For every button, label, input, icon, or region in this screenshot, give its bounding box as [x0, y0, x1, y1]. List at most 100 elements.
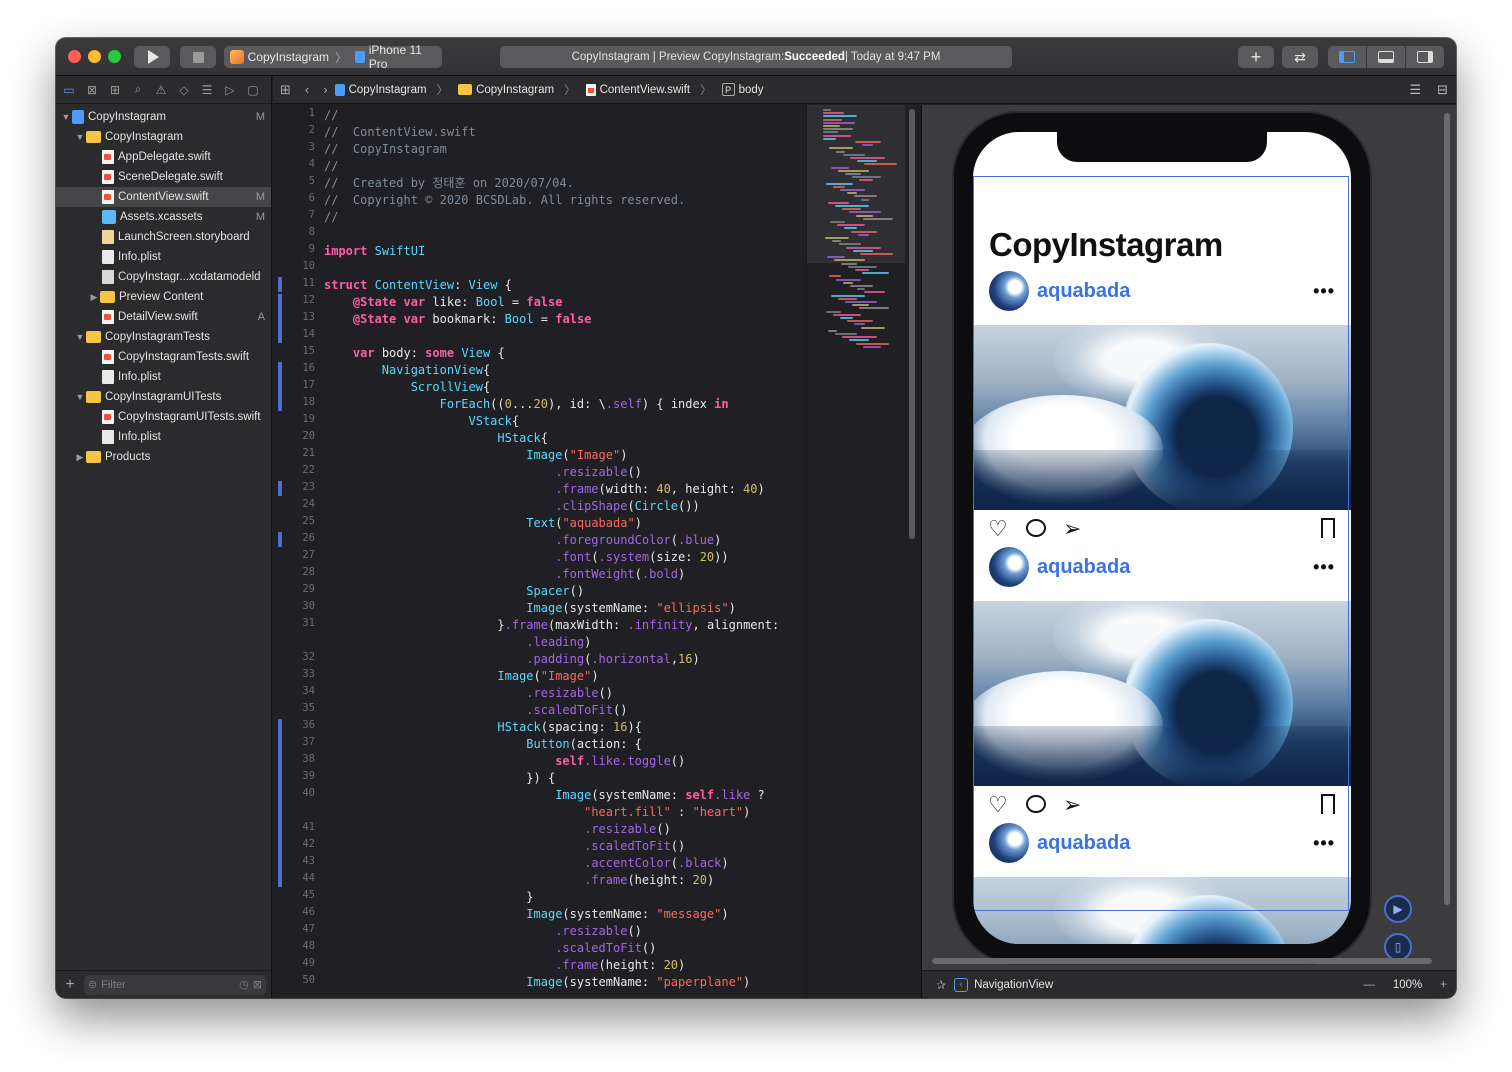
ellipsis-icon[interactable]: ••• — [1313, 833, 1335, 854]
code-line[interactable]: .foregroundColor(.blue) — [324, 532, 721, 549]
canvas-vertical-scrollbar[interactable] — [1444, 113, 1450, 905]
breakpoint-icon[interactable]: ▷ — [223, 83, 237, 97]
code-area[interactable]: //// ContentView.swift// CopyInstagram//… — [324, 105, 804, 998]
tree-item-group[interactable]: ▶ Preview Content — [56, 287, 271, 307]
toggle-navigator-button[interactable] — [1328, 46, 1367, 68]
code-line[interactable]: // — [324, 107, 338, 124]
code-line[interactable]: Image(systemName: self.like ? — [324, 787, 765, 804]
code-line[interactable]: .scaledToFit() — [324, 702, 627, 719]
disclosure-open-icon[interactable]: ▼ — [74, 132, 86, 142]
warning-icon[interactable]: ⚠ — [154, 83, 168, 97]
pin-icon[interactable]: ✰ — [936, 978, 946, 992]
code-line[interactable]: Text("aquabada") — [324, 515, 642, 532]
code-line[interactable]: Image(systemName: "ellipsis") — [324, 600, 736, 617]
minimap[interactable] — [806, 105, 905, 998]
code-line[interactable]: // CopyInstagram — [324, 141, 447, 158]
tree-item-project[interactable]: ▼ CopyInstagram M — [56, 107, 271, 127]
code-line[interactable]: .resizable() — [324, 923, 642, 940]
code-line[interactable]: HStack(spacing: 16){ — [324, 719, 642, 736]
code-line[interactable]: @State var like: Bool = false — [324, 294, 563, 311]
related-items-icon[interactable]: ⊞ — [280, 82, 291, 98]
paperplane-icon[interactable]: ➢ — [1063, 793, 1081, 817]
editor-options-icon[interactable]: ☰ — [1409, 82, 1421, 98]
editor-scrollbar[interactable] — [906, 105, 918, 998]
tree-item-file[interactable]: Info.plist — [56, 427, 271, 447]
message-icon[interactable] — [1026, 793, 1046, 813]
code-line[interactable]: // — [324, 158, 338, 175]
code-line[interactable]: .accentColor(.black) — [324, 855, 729, 872]
code-line[interactable]: struct ContentView: View { — [324, 277, 512, 294]
tree-item-file[interactable]: CopyInstagr...xcdatamodeld — [56, 267, 271, 287]
disclosure-open-icon[interactable]: ▼ — [60, 112, 72, 122]
code-line[interactable]: // — [324, 209, 338, 226]
disclosure-closed-icon[interactable]: ▶ — [88, 292, 100, 303]
scrollbar-thumb[interactable] — [909, 109, 915, 539]
selected-view-label[interactable]: NavigationView — [974, 979, 1053, 991]
code-line[interactable]: .scaledToFit() — [324, 940, 656, 957]
change-bar[interactable] — [278, 294, 282, 343]
code-line[interactable]: .resizable() — [324, 821, 671, 838]
tree-item-file[interactable]: Assets.xcassets M — [56, 207, 271, 227]
back-arrow-icon[interactable]: ‹ — [305, 82, 309, 97]
code-line[interactable]: // Copyright © 2020 BCSDLab. All rights … — [324, 192, 685, 209]
tree-item-file[interactable]: Info.plist — [56, 367, 271, 387]
breadcrumb-item[interactable]: ContentView.swift — [600, 84, 691, 96]
library-button[interactable]: + — [1238, 46, 1274, 68]
breadcrumb-item[interactable]: CopyInstagram — [349, 84, 427, 96]
code-line[interactable]: .frame(height: 20) — [324, 872, 714, 889]
test-icon[interactable]: ◇ — [177, 83, 191, 97]
report-icon[interactable]: ▢ — [246, 83, 260, 97]
source-editor[interactable]: 1 2 3 4 5 6 7 8 9 10 11 12 13 14 15 16 17 18 19 20 21 22 23 24 2… — [273, 105, 920, 998]
close-window-button[interactable] — [68, 50, 81, 63]
preview-on-device-button[interactable]: ▯ — [1384, 933, 1412, 961]
code-line[interactable]: @State var bookmark: Bool = false — [324, 311, 591, 328]
disclosure-closed-icon[interactable]: ▶ — [74, 452, 86, 463]
tree-item-file[interactable]: AppDelegate.swift — [56, 147, 271, 167]
heart-icon[interactable]: ♡ — [988, 793, 1008, 817]
tree-item-group[interactable]: ▶ Products — [56, 447, 271, 467]
code-line[interactable]: } — [324, 889, 533, 906]
ellipsis-icon[interactable]: ••• — [1313, 281, 1335, 302]
tree-item-file[interactable]: SceneDelegate.swift — [56, 167, 271, 187]
change-bar[interactable] — [278, 277, 282, 292]
code-line[interactable]: .leading) — [324, 634, 591, 651]
code-line[interactable]: VStack{ — [324, 413, 520, 430]
code-line[interactable]: Image(systemName: "paperplane") — [324, 974, 750, 991]
minimap-visible-region[interactable] — [807, 105, 905, 263]
disclosure-open-icon[interactable]: ▼ — [74, 332, 86, 342]
tree-item-file-selected[interactable]: ContentView.swift M — [56, 187, 271, 207]
bookmark-icon[interactable] — [1321, 517, 1335, 544]
code-line[interactable]: self.like.toggle() — [324, 753, 685, 770]
tree-item-file[interactable]: CopyInstagramTests.swift — [56, 347, 271, 367]
code-line[interactable]: .scaledToFit() — [324, 838, 685, 855]
code-line[interactable]: Image("Image") — [324, 668, 598, 685]
code-line[interactable]: .frame(height: 20) — [324, 957, 685, 974]
code-line[interactable]: import SwiftUI — [324, 243, 425, 260]
toggle-debug-area-button[interactable] — [1367, 46, 1406, 68]
forward-arrow-icon[interactable]: › — [323, 82, 327, 97]
code-line[interactable]: .font(.system(size: 20)) — [324, 549, 728, 566]
zoom-out-button[interactable]: — — [1363, 979, 1375, 991]
code-line[interactable]: .fontWeight(.bold) — [324, 566, 685, 583]
device-screen[interactable]: CopyInstagram aquabada ••• ♡ ➢ aquabada … — [973, 132, 1351, 944]
zoom-window-button[interactable] — [108, 50, 121, 63]
code-line[interactable]: ForEach((0...20), id: \.self) { index in — [324, 396, 729, 413]
code-line[interactable]: }) { — [324, 770, 555, 787]
symbol-icon[interactable]: ⊞ — [108, 83, 122, 97]
tree-item-file[interactable]: Info.plist — [56, 247, 271, 267]
message-icon[interactable] — [1026, 517, 1046, 537]
source-control-icon[interactable]: ⊠ — [85, 83, 99, 97]
stop-button[interactable] — [180, 46, 216, 68]
search-icon[interactable]: ⌕ — [131, 82, 145, 97]
tree-item-group[interactable]: ▼ CopyInstagramUITests — [56, 387, 271, 407]
heart-icon[interactable]: ♡ — [988, 517, 1008, 541]
scm-filter-icon[interactable]: ⊠ — [253, 978, 262, 991]
paperplane-icon[interactable]: ➢ — [1063, 517, 1081, 541]
code-line[interactable]: Spacer() — [324, 583, 584, 600]
code-line[interactable]: NavigationView{ — [324, 362, 490, 379]
change-bar[interactable] — [278, 481, 282, 496]
breadcrumb-item[interactable]: CopyInstagram — [476, 84, 554, 96]
code-line[interactable]: HStack{ — [324, 430, 548, 447]
code-line[interactable]: Image("Image") — [324, 447, 627, 464]
code-line[interactable]: ScrollView{ — [324, 379, 490, 396]
